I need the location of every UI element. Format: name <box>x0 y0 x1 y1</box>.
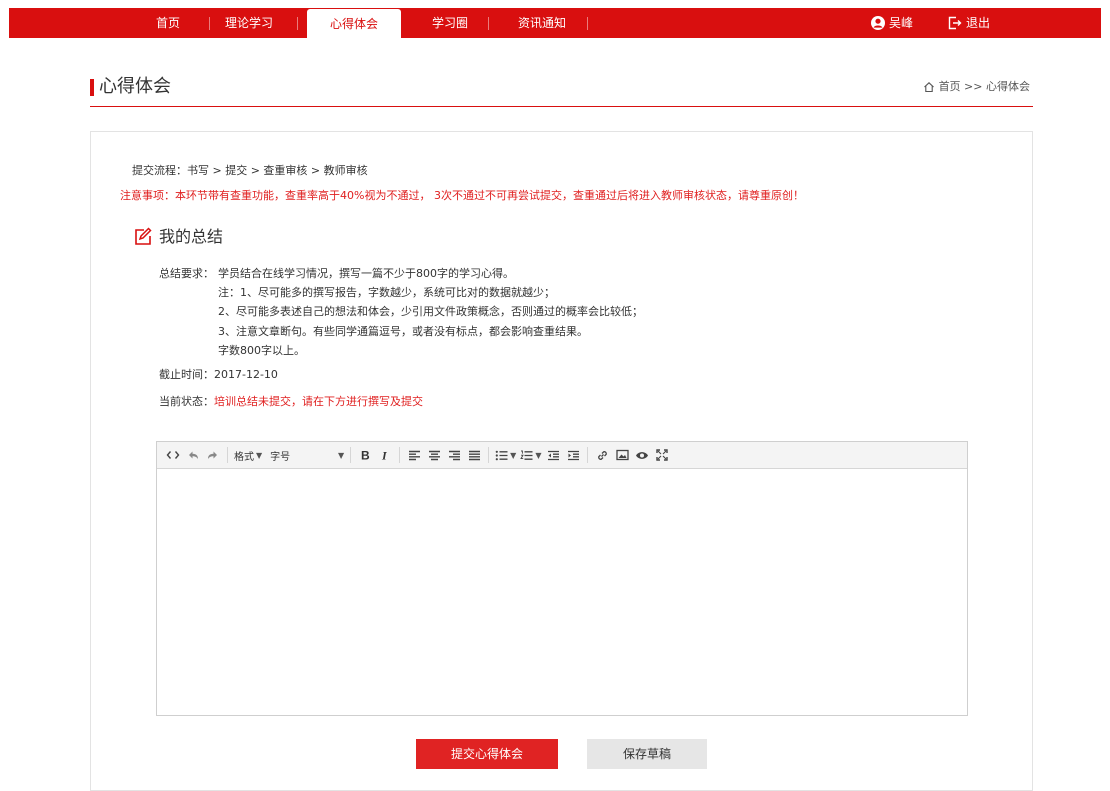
nav-item-reflections[interactable]: 心得体会 <box>307 9 401 38</box>
current-status: 当前状态：培训总结未提交，请在下方进行撰写及提交 <box>159 394 423 410</box>
chevron-down-icon: ▼ <box>338 450 345 460</box>
font-size-dropdown[interactable]: 字号 ▼ <box>270 445 344 465</box>
redo-icon[interactable] <box>205 445 221 465</box>
editor-content-area[interactable] <box>157 469 967 715</box>
save-draft-button[interactable]: 保存草稿 <box>587 739 707 769</box>
home-icon <box>923 82 934 93</box>
status-label: 当前状态： <box>159 395 214 408</box>
toolbar-divider <box>587 447 589 463</box>
nav-item-home[interactable]: 首页 <box>137 8 199 38</box>
align-right-icon[interactable] <box>446 445 462 465</box>
nav-divider <box>209 17 210 30</box>
summary-heading: 我的总结 <box>133 226 223 248</box>
align-center-icon[interactable] <box>426 445 442 465</box>
source-code-icon[interactable] <box>165 445 181 465</box>
rich-text-editor: 格式 ▼ 字号 ▼ B I ▼ ▼ <box>156 441 968 716</box>
user-menu[interactable]: 吴峰 <box>871 8 913 38</box>
format-dropdown[interactable]: 格式 ▼ <box>234 445 262 465</box>
submit-flow-text: 提交流程：书写 > 提交 > 查重审核 > 教师审核 <box>132 164 368 177</box>
deadline-label: 截止时间： <box>159 368 214 381</box>
bullet-list-icon[interactable]: ▼ <box>495 445 516 465</box>
submit-reflection-button[interactable]: 提交心得体会 <box>416 739 558 769</box>
image-icon[interactable] <box>614 445 630 465</box>
nav-divider <box>587 17 588 30</box>
toolbar-divider <box>227 447 228 463</box>
deadline: 截止时间：2017-12-10 <box>159 367 278 383</box>
heading-divider <box>90 106 1033 107</box>
numbered-list-icon[interactable]: ▼ <box>520 445 541 465</box>
nav-divider <box>297 17 298 30</box>
requirement-label: 总结要求： <box>159 267 214 280</box>
deadline-value: 2017-12-10 <box>214 368 278 381</box>
toolbar-divider <box>488 447 490 463</box>
notice-text: 注意事项：本环节带有查重功能，查重率高于40%视为不通过， 3次不通过不可再尝试… <box>120 189 804 202</box>
breadcrumb-text[interactable]: 首页 >> 心得体会 <box>939 80 1030 94</box>
requirement-line: 学员结合在线学习情况，撰写一篇不少于800字的学习心得。 <box>218 267 514 280</box>
editor-toolbar: 格式 ▼ 字号 ▼ B I ▼ ▼ <box>157 442 967 469</box>
link-icon[interactable] <box>594 445 610 465</box>
logout-button[interactable]: 退出 <box>948 8 990 38</box>
nav-item-theory-study[interactable]: 理论学习 <box>212 8 286 38</box>
logout-label: 退出 <box>966 16 991 30</box>
page-title-accent <box>90 79 94 96</box>
toolbar-divider <box>399 447 401 463</box>
page-title: 心得体会 <box>99 76 171 97</box>
logout-icon <box>948 16 962 30</box>
svg-text:I: I <box>381 449 388 461</box>
requirement-line: 2、尽可能多表述自己的想法和体会，少引用文件政策概念，否则通过的概率会比较低； <box>218 305 643 318</box>
status-value: 培训总结未提交，请在下方进行撰写及提交 <box>214 395 423 408</box>
preview-eye-icon[interactable] <box>634 445 650 465</box>
nav-item-news[interactable]: 资讯通知 <box>507 8 577 38</box>
format-label: 格式 <box>234 451 254 463</box>
fullscreen-icon[interactable] <box>654 445 670 465</box>
requirement-line: 3、注意文章断句。有些同学通篇逗号，或者没有标点，都会影响查重结果。 <box>218 325 588 338</box>
outdent-icon[interactable] <box>545 445 561 465</box>
chevron-down-icon: ▼ <box>510 450 517 460</box>
toolbar-divider <box>350 447 352 463</box>
align-left-icon[interactable] <box>406 445 422 465</box>
requirement-line: 注：1、尽可能多的撰写报告，字数越少，系统可比对的数据就越少； <box>218 286 555 299</box>
align-justify-icon[interactable] <box>466 445 482 465</box>
font-size-label: 字号 <box>270 451 291 463</box>
user-avatar-icon <box>871 16 885 30</box>
nav-divider <box>488 17 489 30</box>
chevron-down-icon: ▼ <box>535 450 542 460</box>
nav-item-study-circle[interactable]: 学习圈 <box>419 8 481 38</box>
top-nav-bar: 首页 理论学习 心得体会 学习圈 资讯通知 吴峰 退出 <box>9 8 1101 38</box>
indent-icon[interactable] <box>565 445 581 465</box>
undo-icon[interactable] <box>185 445 201 465</box>
breadcrumb: 首页 >> 心得体会 <box>923 80 1030 94</box>
bold-icon[interactable]: B <box>357 445 373 465</box>
requirement-line: 字数800字以上。 <box>218 344 305 357</box>
edit-note-icon <box>135 227 152 245</box>
user-name: 吴峰 <box>889 16 914 30</box>
chevron-down-icon: ▼ <box>256 450 263 460</box>
svg-text:B: B <box>361 449 370 461</box>
summary-title: 我的总结 <box>159 227 224 246</box>
italic-icon[interactable]: I <box>377 445 393 465</box>
